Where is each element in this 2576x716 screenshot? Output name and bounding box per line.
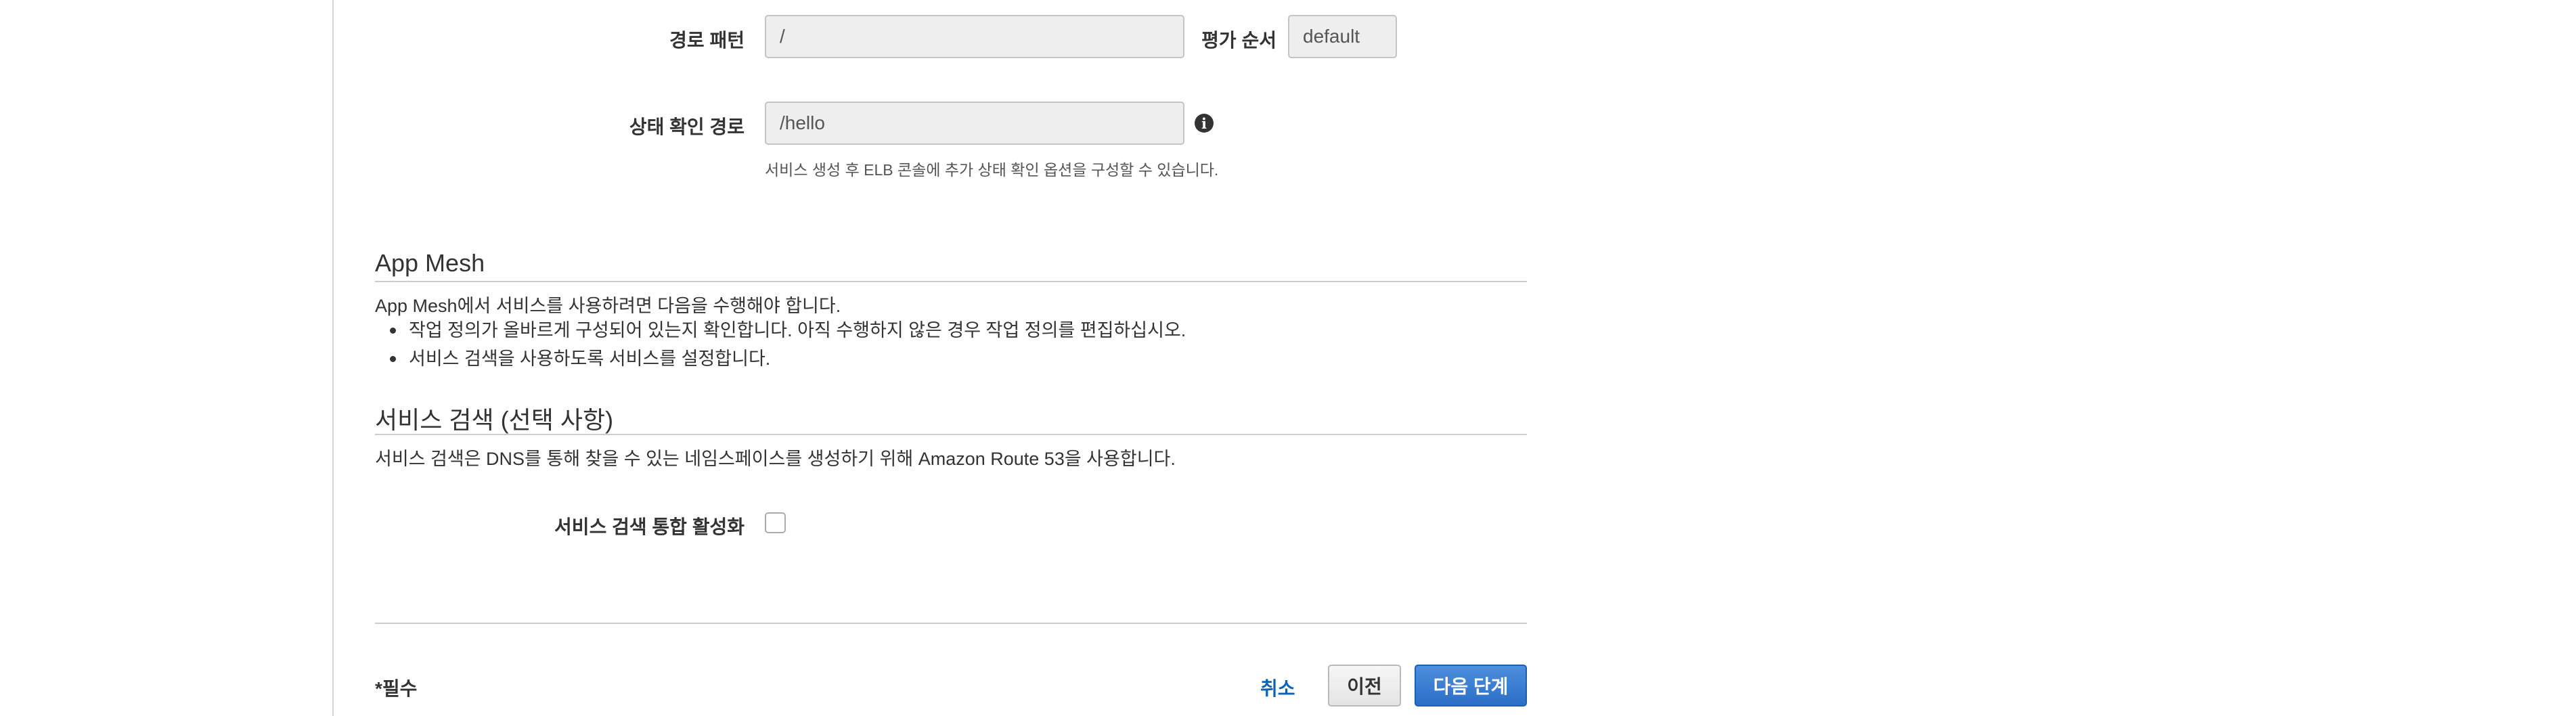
eval-order-field[interactable]: default xyxy=(1288,15,1397,58)
app-mesh-section-title: App Mesh xyxy=(375,249,485,277)
list-item: 서비스 검색을 사용하도록 서비스를 설정합니다. xyxy=(375,344,1186,373)
health-check-path-label: 상태 확인 경로 xyxy=(629,116,745,137)
bullet-dot xyxy=(390,356,396,362)
health-check-path-field[interactable]: /hello xyxy=(765,102,1184,145)
required-note: *필수 xyxy=(375,678,418,699)
path-pattern-field[interactable]: / xyxy=(765,15,1184,58)
next-step-button[interactable]: 다음 단계 xyxy=(1415,665,1527,707)
service-discovery-enable-label: 서비스 검색 통합 활성화 xyxy=(554,516,745,537)
path-pattern-label: 경로 패턴 xyxy=(669,30,745,51)
eval-order-label: 평가 순서 xyxy=(1201,30,1276,51)
footer-divider xyxy=(375,623,1527,624)
list-item: 작업 정의가 올바르게 구성되어 있는지 확인합니다. 아직 수행하지 않은 경… xyxy=(375,316,1186,344)
left-panel-border xyxy=(0,0,334,716)
app-mesh-requirements-list: 작업 정의가 올바르게 구성되어 있는지 확인합니다. 아직 수행하지 않은 경… xyxy=(375,316,1186,373)
service-discovery-section-title: 서비스 검색 (선택 사항) xyxy=(375,406,614,434)
app-mesh-divider xyxy=(375,281,1527,282)
bullet-text: 작업 정의가 올바르게 구성되어 있는지 확인합니다. 아직 수행하지 않은 경… xyxy=(409,320,1186,340)
bullet-dot xyxy=(390,328,396,334)
service-discovery-description: 서비스 검색은 DNS를 통해 찾을 수 있는 네임스페이스를 생성하기 위해 … xyxy=(375,449,1176,469)
cancel-button[interactable]: 취소 xyxy=(1260,674,1295,701)
app-mesh-description: App Mesh에서 서비스를 사용하려면 다음을 수행해야 합니다. xyxy=(375,296,841,316)
service-discovery-divider xyxy=(375,434,1527,435)
previous-button[interactable]: 이전 xyxy=(1328,665,1401,707)
service-discovery-enable-checkbox[interactable] xyxy=(765,512,786,533)
info-icon[interactable]: i xyxy=(1195,114,1214,133)
bullet-text: 서비스 검색을 사용하도록 서비스를 설정합니다. xyxy=(409,349,771,369)
health-check-help-text: 서비스 생성 후 ELB 콘솔에 추가 상태 확인 옵션을 구성할 수 있습니다… xyxy=(765,161,1219,179)
